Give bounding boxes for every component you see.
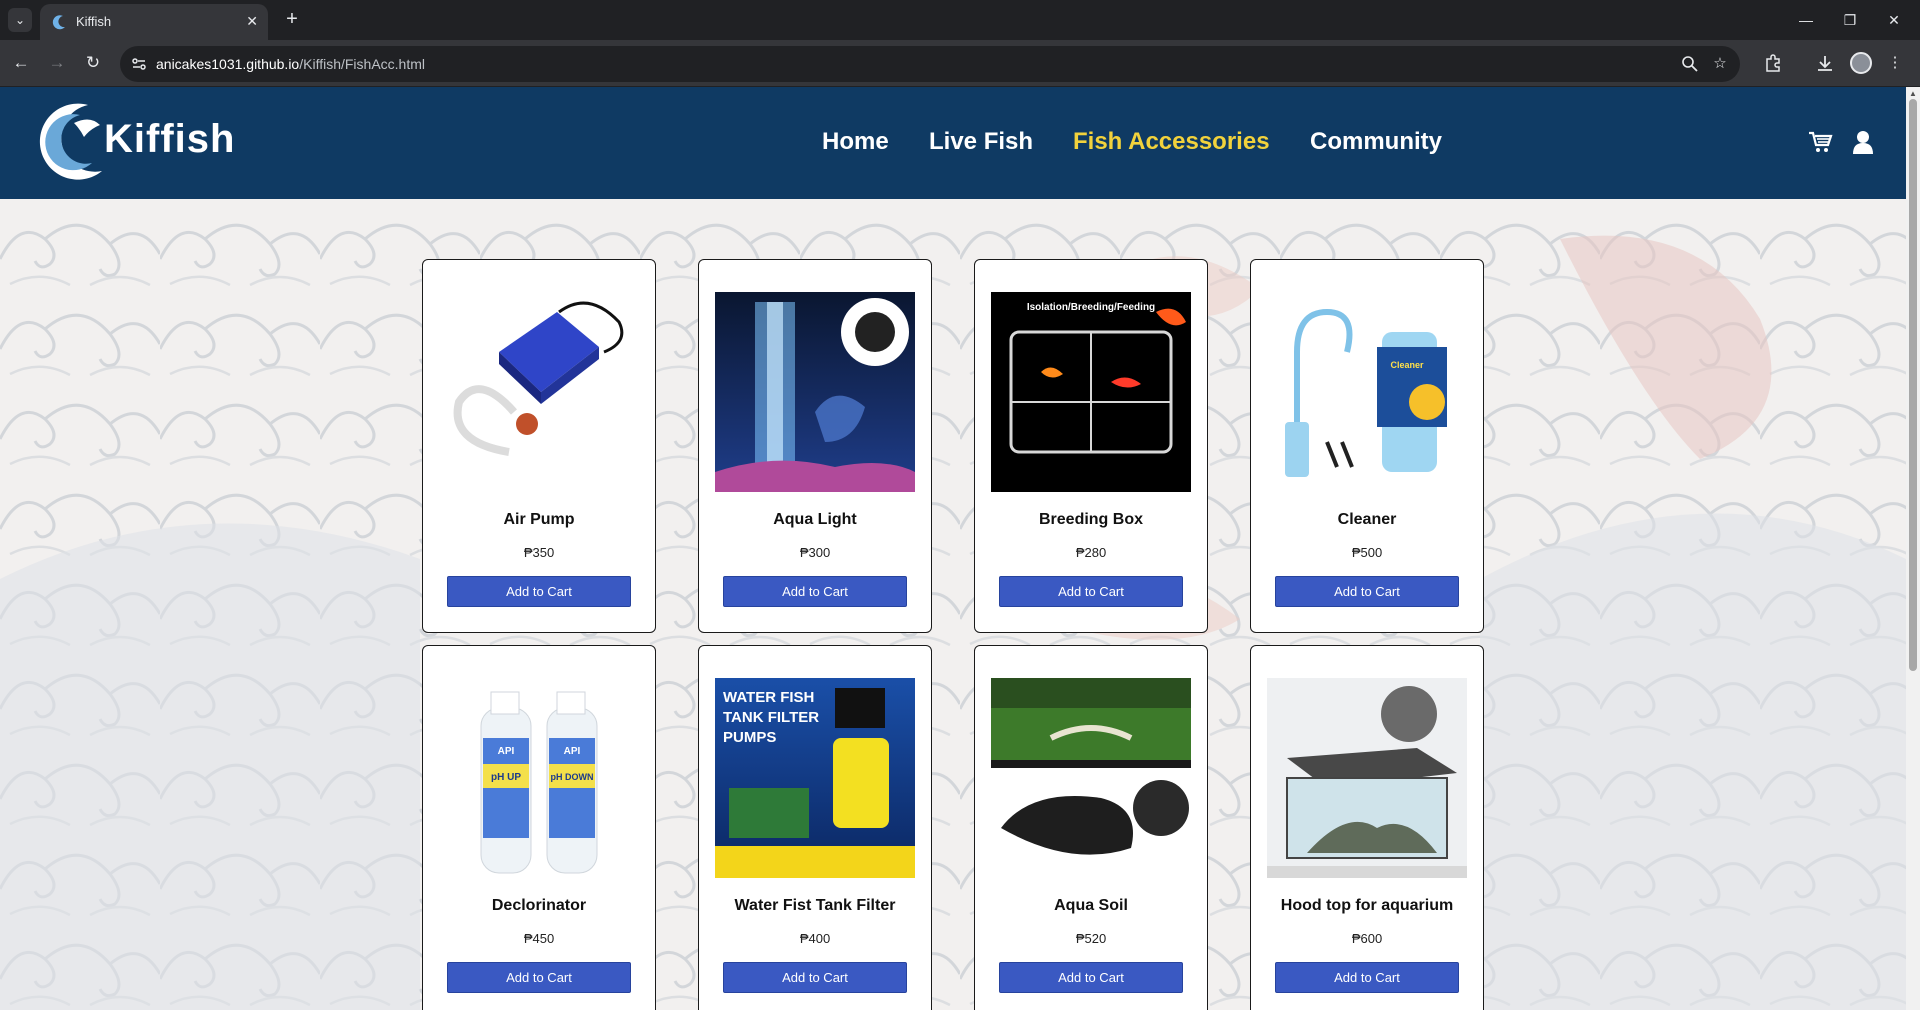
product-card-cleaner: Cleaner Cleaner ₱500 Add to Cart <box>1250 259 1484 633</box>
kiffish-favicon-icon <box>52 15 65 30</box>
product-name: Water Fist Tank Filter <box>734 897 896 914</box>
ph-down-label: pH DOWN <box>551 772 594 782</box>
product-card-aqua-light: Aqua Light ₱300 Add to Cart <box>698 259 932 633</box>
add-to-cart-button[interactable]: Add to Cart <box>723 962 907 993</box>
add-to-cart-button[interactable]: Add to Cart <box>999 576 1183 607</box>
add-to-cart-button[interactable]: Add to Cart <box>723 576 907 607</box>
cleaner-image: Cleaner <box>1267 292 1467 492</box>
address-bar[interactable]: anicakes1031.github.io/Kiffish/FishAcc.h… <box>120 46 1740 82</box>
product-name: Aqua Light <box>773 511 857 528</box>
browser-tab-kiffish[interactable]: Kiffish ✕ <box>40 4 268 40</box>
nav-live-fish[interactable]: Live Fish <box>929 128 1033 156</box>
product-name: Cleaner <box>1337 511 1397 528</box>
filter-caption-3: PUMPS <box>723 729 776 746</box>
logo-text[interactable]: Kiffish <box>104 117 235 162</box>
url-text[interactable]: anicakes1031.github.io/Kiffish/FishAcc.h… <box>156 56 425 72</box>
product-price: ₱280 <box>1075 545 1107 560</box>
product-price: ₱600 <box>1351 931 1383 946</box>
add-to-cart-button[interactable]: Add to Cart <box>1275 576 1459 607</box>
page-viewport: Kiffish Home Live Fish Fish Accessories … <box>0 87 1906 1010</box>
product-price: ₱300 <box>799 545 831 560</box>
product-card-tank-filter: WATER FISH TANK FILTER PUMPS Water Fist … <box>698 645 932 1010</box>
air-pump-image <box>439 292 639 492</box>
api-label-right: API <box>564 746 581 757</box>
site-info-icon[interactable] <box>130 55 148 73</box>
product-price: ₱500 <box>1351 545 1383 560</box>
restore-icon[interactable]: ❐ <box>1830 6 1870 34</box>
zoom-icon[interactable] <box>1680 54 1700 74</box>
scroll-up-arrow-icon[interactable]: ▲ <box>1909 89 1917 98</box>
browser-menu-icon[interactable]: ⋮ <box>1884 52 1906 74</box>
scrollbar-thumb[interactable] <box>1909 99 1917 671</box>
url-host: anicakes1031.github.io <box>156 56 300 72</box>
product-price: ₱400 <box>799 931 831 946</box>
product-card-aqua-soil: Aqua Soil ₱520 Add to Cart <box>974 645 1208 1010</box>
url-path: /Kiffish/FishAcc.html <box>299 56 426 72</box>
tab-close-icon[interactable]: ✕ <box>246 13 258 30</box>
aqua-light-image <box>715 292 915 492</box>
profile-avatar[interactable] <box>1850 52 1872 74</box>
add-to-cart-button[interactable]: Add to Cart <box>447 962 631 993</box>
reload-icon[interactable]: ↻ <box>80 50 106 76</box>
product-name: Hood top for aquarium <box>1280 897 1454 914</box>
filter-caption-1: WATER FISH <box>723 689 814 706</box>
nav-fish-accessories[interactable]: Fish Accessories <box>1073 128 1270 156</box>
breeding-box-caption: Isolation/Breeding/Feeding <box>1027 302 1155 313</box>
product-card-breeding-box: Isolation/Breeding/Feeding Breeding Box … <box>974 259 1208 633</box>
extensions-puzzle-icon[interactable] <box>1762 52 1784 74</box>
add-to-cart-button[interactable]: Add to Cart <box>447 576 631 607</box>
nav-home[interactable]: Home <box>822 128 889 156</box>
hood-top-image <box>1267 678 1467 878</box>
tank-filter-image: WATER FISH TANK FILTER PUMPS <box>715 678 915 878</box>
nav-community[interactable]: Community <box>1310 128 1442 156</box>
browser-toolbar: ← → ↻ anicakes1031.github.io/Kiffish/Fis… <box>0 40 1920 87</box>
wave-koi-background <box>0 199 1906 1010</box>
new-tab-button[interactable]: + <box>280 8 304 30</box>
back-arrow-icon[interactable]: ← <box>8 50 34 76</box>
product-card-hood-top: Hood top for aquarium ₱600 Add to Cart <box>1250 645 1484 1010</box>
cleaner-caption: Cleaner <box>1390 360 1424 370</box>
product-card-air-pump: Air Pump ₱350 Add to Cart <box>422 259 656 633</box>
close-window-icon[interactable]: ✕ <box>1874 6 1914 34</box>
product-price: ₱450 <box>523 931 555 946</box>
product-card-declorinator: API API pH UP pH DOWN Declorinator ₱450 … <box>422 645 656 1010</box>
aqua-soil-image <box>991 678 1191 878</box>
product-name: Declorinator <box>491 897 587 914</box>
filter-caption-2: TANK FILTER <box>723 709 819 726</box>
browser-tabstrip: ⌄ Kiffish ✕ + — ❐ ✕ <box>0 0 1920 40</box>
product-price: ₱520 <box>1075 931 1107 946</box>
site-header: Kiffish Home Live Fish Fish Accessories … <box>0 87 1906 199</box>
product-name: Aqua Soil <box>1054 897 1128 914</box>
cart-icon[interactable] <box>1807 129 1833 155</box>
product-name: Breeding Box <box>1038 511 1143 528</box>
declorinator-image: API API pH UP pH DOWN <box>439 678 639 878</box>
tab-search-chevron-icon[interactable]: ⌄ <box>8 8 32 32</box>
product-price: ₱350 <box>523 545 555 560</box>
breeding-box-image: Isolation/Breeding/Feeding <box>991 292 1191 492</box>
bookmark-star-icon[interactable]: ☆ <box>1710 54 1730 74</box>
forward-arrow-icon[interactable]: → <box>44 50 70 76</box>
kiffish-logo-icon[interactable] <box>28 99 110 183</box>
add-to-cart-button[interactable]: Add to Cart <box>1275 962 1459 993</box>
page-scrollbar[interactable]: ▲ <box>1906 87 1920 1010</box>
product-name: Air Pump <box>503 511 575 528</box>
api-label-left: API <box>498 746 515 757</box>
add-to-cart-button[interactable]: Add to Cart <box>999 962 1183 993</box>
minimize-icon[interactable]: — <box>1786 6 1826 34</box>
download-icon[interactable] <box>1814 52 1836 74</box>
ph-up-label: pH UP <box>491 772 521 783</box>
user-icon[interactable] <box>1850 129 1876 155</box>
tab-title: Kiffish <box>76 14 112 29</box>
